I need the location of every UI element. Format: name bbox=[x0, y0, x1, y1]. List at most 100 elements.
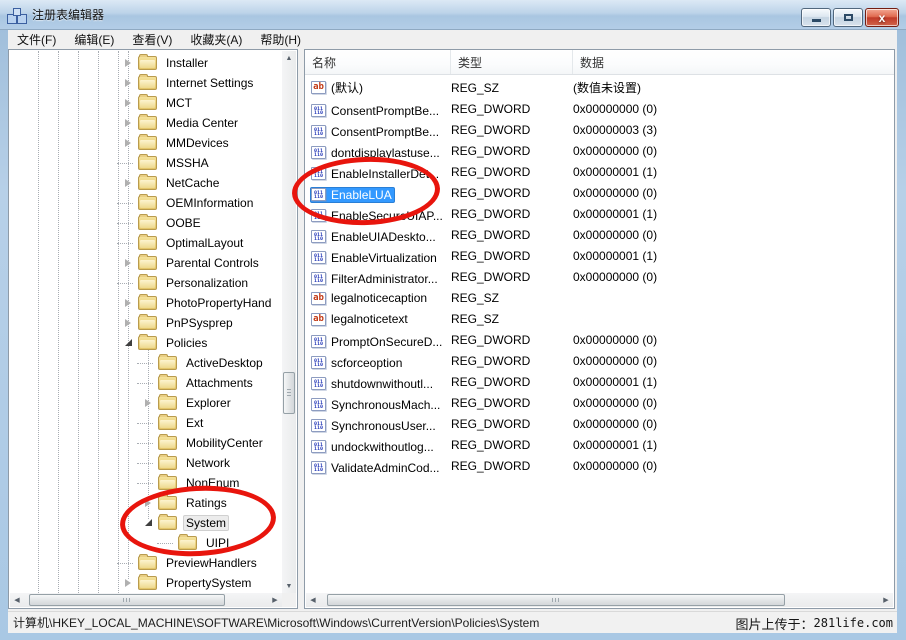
folder-icon bbox=[138, 136, 157, 150]
expand-icon[interactable] bbox=[122, 253, 136, 273]
menu-favorites[interactable]: 收藏夹(A) bbox=[181, 30, 251, 49]
expand-icon[interactable] bbox=[122, 93, 136, 113]
registry-value-row[interactable]: 011110EnableLUAREG_DWORD0x00000000 (0) bbox=[305, 182, 894, 203]
tree-item-attachments[interactable]: Attachments bbox=[10, 373, 282, 393]
tree-item-activedesktop[interactable]: ActiveDesktop bbox=[10, 353, 282, 373]
expand-icon[interactable] bbox=[142, 393, 156, 413]
tree-item-internet-settings[interactable]: Internet Settings bbox=[10, 73, 282, 93]
title-bar[interactable]: 注册表编辑器 x bbox=[0, 0, 906, 30]
expand-icon[interactable] bbox=[122, 313, 136, 333]
tree-connector bbox=[162, 533, 176, 553]
registry-value-row[interactable]: 011110SynchronousMach...REG_DWORD0x00000… bbox=[305, 392, 894, 413]
column-header-data[interactable]: 数据 bbox=[573, 50, 894, 74]
tree-item-mobilitycenter[interactable]: MobilityCenter bbox=[10, 433, 282, 453]
value-data: 0x00000001 (1) bbox=[573, 207, 894, 221]
expand-icon[interactable] bbox=[122, 133, 136, 153]
tree-connector bbox=[142, 453, 156, 473]
registry-value-row[interactable]: 011110PromptOnSecureD...REG_DWORD0x00000… bbox=[305, 329, 894, 350]
expand-icon[interactable] bbox=[122, 293, 136, 313]
registry-value-row[interactable]: 011110scforceoptionREG_DWORD0x00000000 (… bbox=[305, 350, 894, 371]
expand-icon[interactable] bbox=[122, 113, 136, 133]
tree-item-media-center[interactable]: Media Center bbox=[10, 113, 282, 133]
tree-item-mct[interactable]: MCT bbox=[10, 93, 282, 113]
list-hscroll-thumb[interactable] bbox=[327, 594, 785, 606]
tree-item-nonenum[interactable]: NonEnum bbox=[10, 473, 282, 493]
menu-edit[interactable]: 编辑(E) bbox=[65, 30, 123, 49]
expand-icon[interactable] bbox=[122, 73, 136, 93]
registry-value-row[interactable]: ablegalnoticetextREG_SZ bbox=[305, 308, 894, 329]
tree-item-label: Explorer bbox=[183, 395, 234, 411]
tree-connector bbox=[142, 433, 156, 453]
tree-item-parental-controls[interactable]: Parental Controls bbox=[10, 253, 282, 273]
registry-value-row[interactable]: 011110FilterAdministrator...REG_DWORD0x0… bbox=[305, 266, 894, 287]
tree-item-uipi[interactable]: UIPI bbox=[10, 533, 282, 553]
registry-value-row[interactable]: 011110dontdisplaylastuse...REG_DWORD0x00… bbox=[305, 140, 894, 161]
tree-item-label: Policies bbox=[163, 335, 210, 351]
tree-item-previewhandlers[interactable]: PreviewHandlers bbox=[10, 553, 282, 573]
scroll-left-icon[interactable]: ◀ bbox=[306, 593, 320, 607]
registry-value-row[interactable]: 011110ConsentPromptBe...REG_DWORD0x00000… bbox=[305, 119, 894, 140]
registry-value-row[interactable]: ab(默认)REG_SZ(数值未设置) bbox=[305, 77, 894, 98]
folder-icon bbox=[158, 516, 177, 530]
tree-item-network[interactable]: Network bbox=[10, 453, 282, 473]
list-horizontal-scrollbar[interactable]: ◀ ▶ bbox=[306, 593, 893, 607]
tree-item-label: NetCache bbox=[163, 175, 222, 191]
tree-item-propertysystem[interactable]: PropertySystem bbox=[10, 573, 282, 593]
tree-item-label: NonEnum bbox=[183, 475, 242, 491]
registry-value-row[interactable]: 011110SynchronousUser...REG_DWORD0x00000… bbox=[305, 413, 894, 434]
menu-file[interactable]: 文件(F) bbox=[8, 30, 65, 49]
tree-item-mssha[interactable]: MSSHA bbox=[10, 153, 282, 173]
registry-value-row[interactable]: 011110EnableUIADeskto...REG_DWORD0x00000… bbox=[305, 224, 894, 245]
minimize-button[interactable] bbox=[801, 8, 831, 27]
expand-icon[interactable] bbox=[122, 173, 136, 193]
maximize-button[interactable] bbox=[833, 8, 863, 27]
registry-value-row[interactable]: 011110EnableSecureUIAP...REG_DWORD0x0000… bbox=[305, 203, 894, 224]
registry-value-row[interactable]: 011110shutdownwithoutl...REG_DWORD0x0000… bbox=[305, 371, 894, 392]
tree-item-netcache[interactable]: NetCache bbox=[10, 173, 282, 193]
tree-item-personalization[interactable]: Personalization bbox=[10, 273, 282, 293]
tree-item-installer[interactable]: Installer bbox=[10, 53, 282, 73]
collapse-icon[interactable] bbox=[142, 513, 156, 533]
scroll-left-icon[interactable]: ◀ bbox=[10, 593, 24, 607]
tree-item-mmdevices[interactable]: MMDevices bbox=[10, 133, 282, 153]
tree-vertical-scrollbar[interactable]: ▲ ▼ bbox=[282, 51, 296, 593]
registry-value-row[interactable]: 011110ValidateAdminCod...REG_DWORD0x0000… bbox=[305, 455, 894, 476]
column-header-name[interactable]: 名称 bbox=[305, 50, 451, 74]
scroll-right-icon[interactable]: ▶ bbox=[879, 593, 893, 607]
tree-item-oobe[interactable]: OOBE bbox=[10, 213, 282, 233]
tree-item-ext[interactable]: Ext bbox=[10, 413, 282, 433]
tree-item-oeminformation[interactable]: OEMInformation bbox=[10, 193, 282, 213]
tree-item-explorer[interactable]: Explorer bbox=[10, 393, 282, 413]
registry-value-row[interactable]: ablegalnoticecaptionREG_SZ bbox=[305, 287, 894, 308]
tree-vscroll-thumb[interactable] bbox=[283, 372, 295, 414]
tree-item-pnpsysprep[interactable]: PnPSysprep bbox=[10, 313, 282, 333]
menu-view[interactable]: 查看(V) bbox=[123, 30, 181, 49]
tree-horizontal-scrollbar[interactable]: ◀ ▶ bbox=[10, 593, 282, 607]
tree-hscroll-thumb[interactable] bbox=[29, 594, 225, 606]
column-header-type[interactable]: 类型 bbox=[451, 50, 573, 74]
close-button[interactable]: x bbox=[865, 8, 899, 27]
registry-value-row[interactable]: 011110EnableInstallerDet...REG_DWORD0x00… bbox=[305, 161, 894, 182]
tree-item-label: System bbox=[183, 515, 229, 531]
scroll-up-icon[interactable]: ▲ bbox=[282, 51, 296, 65]
tree-item-label: OOBE bbox=[163, 215, 204, 231]
registry-value-row[interactable]: 011110EnableVirtualizationREG_DWORD0x000… bbox=[305, 245, 894, 266]
scroll-down-icon[interactable]: ▼ bbox=[282, 579, 296, 593]
expand-icon[interactable] bbox=[142, 493, 156, 513]
value-type: REG_SZ bbox=[451, 291, 573, 305]
expand-icon[interactable] bbox=[122, 53, 136, 73]
expand-icon[interactable] bbox=[122, 573, 136, 593]
collapse-icon[interactable] bbox=[122, 333, 136, 353]
registry-value-row[interactable]: 011110undockwithoutlog...REG_DWORD0x0000… bbox=[305, 434, 894, 455]
value-data: 0x00000000 (0) bbox=[573, 102, 894, 116]
folder-icon bbox=[158, 376, 177, 390]
tree-item-system[interactable]: System bbox=[10, 513, 282, 533]
tree-item-optimallayout[interactable]: OptimalLayout bbox=[10, 233, 282, 253]
registry-value-row[interactable]: 011110ConsentPromptBe...REG_DWORD0x00000… bbox=[305, 98, 894, 119]
scroll-right-icon[interactable]: ▶ bbox=[268, 593, 282, 607]
tree-item-photopropertyhand[interactable]: PhotoPropertyHand bbox=[10, 293, 282, 313]
tree-item-ratings[interactable]: Ratings bbox=[10, 493, 282, 513]
watermark-site: 281life.com bbox=[814, 616, 893, 630]
tree-item-policies[interactable]: Policies bbox=[10, 333, 282, 353]
menu-help[interactable]: 帮助(H) bbox=[251, 30, 310, 49]
